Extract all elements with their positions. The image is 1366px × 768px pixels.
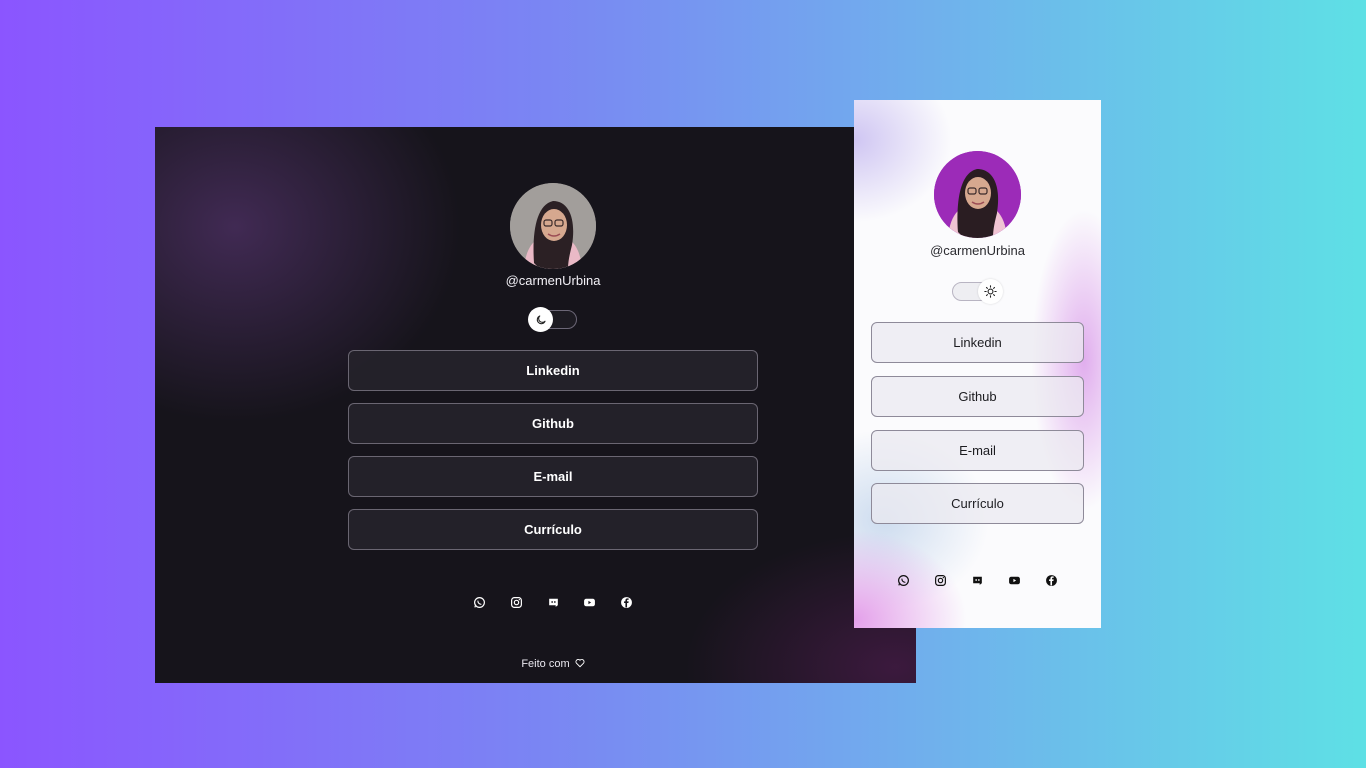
theme-toggle[interactable] — [952, 279, 1003, 304]
footer: Feito com — [435, 658, 671, 671]
email-button[interactable]: E-mail — [871, 430, 1084, 471]
sun-icon — [978, 279, 1003, 304]
email-button[interactable]: E-mail — [348, 456, 758, 497]
profile-avatar — [934, 151, 1021, 238]
instagram-icon[interactable] — [510, 596, 523, 609]
profile-avatar — [510, 183, 596, 269]
light-theme-preview: @carmenUrbina Linkedin Github E-mail Cur… — [854, 100, 1101, 628]
username: @carmenUrbina — [505, 273, 601, 288]
discord-icon[interactable] — [971, 574, 984, 587]
theme-toggle[interactable] — [528, 307, 577, 332]
social-links — [473, 596, 633, 609]
github-button[interactable]: Github — [348, 403, 758, 444]
footer-text: Feito com — [521, 658, 570, 670]
dark-theme-preview: @carmenUrbina Linkedin Github E-mail Cur… — [155, 127, 916, 683]
instagram-icon[interactable] — [934, 574, 947, 587]
whatsapp-icon[interactable] — [897, 574, 910, 587]
heart-icon — [575, 658, 585, 671]
username: @carmenUrbina — [930, 243, 1025, 258]
facebook-icon[interactable] — [1045, 574, 1058, 587]
curriculo-button[interactable]: Currículo — [871, 483, 1084, 524]
facebook-icon[interactable] — [620, 596, 633, 609]
youtube-icon[interactable] — [583, 596, 596, 609]
whatsapp-icon[interactable] — [473, 596, 486, 609]
social-links — [897, 574, 1058, 587]
moon-icon — [528, 307, 553, 332]
linkedin-button[interactable]: Linkedin — [871, 322, 1084, 363]
curriculo-button[interactable]: Currículo — [348, 509, 758, 550]
github-button[interactable]: Github — [871, 376, 1084, 417]
linkedin-button[interactable]: Linkedin — [348, 350, 758, 391]
discord-icon[interactable] — [547, 596, 560, 609]
youtube-icon[interactable] — [1008, 574, 1021, 587]
